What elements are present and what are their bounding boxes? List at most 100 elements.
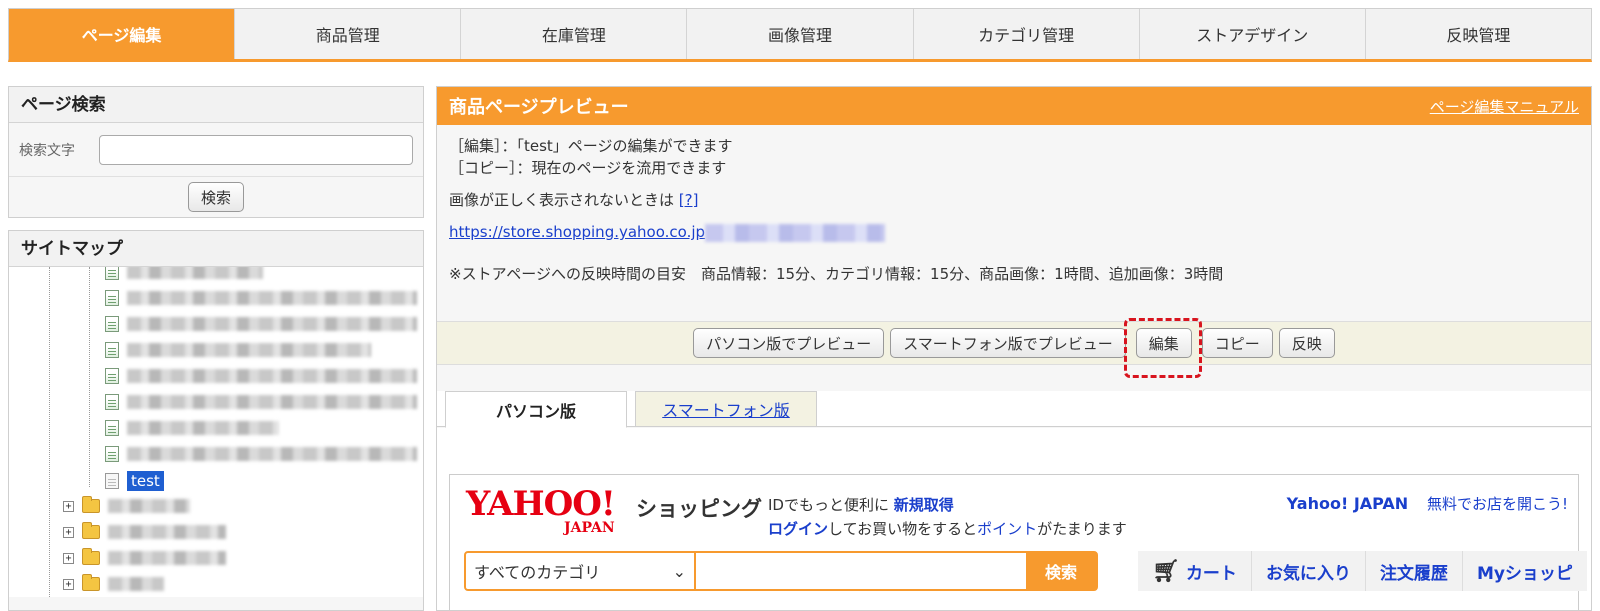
reflect-note: ※ストアページへの反映時間の目安 商品情報：15分、カテゴリ情報：15分、商品画… <box>449 265 1224 283</box>
tree-item[interactable] <box>105 417 279 439</box>
tab-reflect-management[interactable]: 反映管理 <box>1366 9 1591 59</box>
tree-folder[interactable]: + <box>63 495 190 517</box>
tab-store-design[interactable]: ストアデザイン <box>1140 9 1366 59</box>
tree-item[interactable] <box>105 443 417 465</box>
tree-folder[interactable]: + <box>63 521 226 543</box>
blurred-label <box>127 369 417 383</box>
chevron-down-icon: ⌄ <box>672 561 686 581</box>
expand-icon[interactable]: + <box>63 578 74 590</box>
help-link[interactable]: [?] <box>679 191 699 209</box>
folder-icon <box>82 574 100 591</box>
yahoo-japan-link[interactable]: Yahoo! JAPAN <box>1287 494 1409 513</box>
page-icon <box>105 420 119 436</box>
order-history-link[interactable]: 注文履歴 <box>1366 551 1463 591</box>
image-help-row: 画像が正しく表示されないときは [?] <box>449 189 1579 211</box>
register-link[interactable]: 新規取得 <box>894 496 954 514</box>
edit-button-highlight <box>1124 318 1202 378</box>
page-icon <box>105 473 119 489</box>
expand-icon[interactable]: + <box>63 526 74 538</box>
yahoo-user-links: 🛒︎ カート お気に入り 注文履歴 Myショッピ <box>1138 551 1587 591</box>
tree-item[interactable] <box>105 267 263 283</box>
yahoo-search-button[interactable]: 検索 <box>1026 553 1096 589</box>
open-store-link[interactable]: 無料でお店を開こう! <box>1427 495 1568 513</box>
blurred-label <box>127 447 417 461</box>
preview-info: ［編集］：「test」ページの編集ができます ［コピー］：現在のページを流用でき… <box>437 125 1591 285</box>
tree-item[interactable] <box>105 313 417 335</box>
id-text: IDでもっと便利に <box>768 496 889 514</box>
yahoo-search-bar: すべてのカテゴリ ⌄ 検索 <box>464 551 1098 591</box>
blurred-label <box>127 395 417 409</box>
login-link[interactable]: ログイン <box>768 520 828 538</box>
yahoo-header-preview: YAHOO! JAPAN ショッピング IDでもっと便利に 新規取得 ログインし… <box>449 474 1587 610</box>
reflect-button[interactable]: 反映 <box>1278 328 1335 358</box>
blurred-label <box>108 525 226 539</box>
login-rest-text: してお買い物をすると <box>828 520 978 538</box>
copy-description: ［コピー］：現在のページを流用できます <box>449 159 727 177</box>
tree-item[interactable] <box>105 287 417 309</box>
point-link[interactable]: ポイント <box>977 520 1037 538</box>
image-help-text: 画像が正しく表示されないときは <box>449 191 675 209</box>
tab-page-edit[interactable]: ページ編集 <box>9 9 236 59</box>
yahoo-logo-text: YAHOO! <box>466 484 616 524</box>
blurred-label <box>127 317 417 331</box>
tab-smartphone-version[interactable]: スマートフォン版 <box>635 391 817 427</box>
page-search-panel: ページ検索 検索文字 検索 <box>8 86 424 218</box>
url-row: https://store.shopping.yahoo.co.jp <box>449 221 1579 243</box>
blurred-url <box>705 223 886 242</box>
tab-pc-version[interactable]: パソコン版 <box>445 391 627 428</box>
page-icon <box>105 290 119 306</box>
tree-item-label[interactable]: test <box>127 471 164 491</box>
favorites-link[interactable]: お気に入り <box>1252 551 1366 591</box>
blurred-label <box>127 421 279 435</box>
blurred-label <box>108 551 226 565</box>
preview-panel: 商品ページプレビュー ページ編集マニュアル ［編集］：「test」ページの編集が… <box>436 86 1592 611</box>
cart-icon: 🛒︎ <box>1152 558 1180 584</box>
yahoo-logo-sub: JAPAN <box>564 520 615 536</box>
tree-item[interactable] <box>105 391 417 413</box>
search-button[interactable]: 検索 <box>187 182 244 212</box>
pc-preview-button[interactable]: パソコン版でプレビュー <box>693 328 885 358</box>
blurred-label <box>108 577 164 591</box>
store-url-link[interactable]: https://store.shopping.yahoo.co.jp <box>449 223 705 241</box>
page-icon <box>105 446 119 462</box>
page-icon <box>105 316 119 332</box>
folder-icon <box>82 496 100 513</box>
yahoo-search-input[interactable] <box>696 553 1026 589</box>
tree-item-test[interactable]: test <box>105 470 164 492</box>
tree-folder[interactable]: + <box>63 573 164 595</box>
tree-item[interactable] <box>105 339 371 361</box>
tab-inventory-management[interactable]: 在庫管理 <box>461 9 688 59</box>
category-select-value: すべてのカテゴリ <box>474 563 601 582</box>
tree-line <box>49 267 50 597</box>
search-label: 検索文字 <box>19 142 75 159</box>
blurred-label <box>127 267 263 279</box>
tab-product-management[interactable]: 商品管理 <box>235 9 462 59</box>
action-bar: パソコン版でプレビュー スマートフォン版でプレビュー 編集 コピー 反映 <box>437 321 1591 365</box>
folder-icon <box>82 522 100 539</box>
expand-icon[interactable]: + <box>63 552 74 564</box>
login-message: IDでもっと便利に 新規取得 ログインしてお買い物をするとポイントがたまります <box>768 493 1127 541</box>
page-icon <box>105 368 119 384</box>
tree-line <box>89 267 90 487</box>
my-shopping-link[interactable]: Myショッピ <box>1463 551 1587 591</box>
view-tabs: パソコン版 スマートフォン版 <box>437 391 1591 428</box>
tree-item[interactable] <box>105 365 417 387</box>
page-icon <box>105 267 119 280</box>
manual-link[interactable]: ページ編集マニュアル <box>1430 96 1579 117</box>
page-icon <box>105 394 119 410</box>
cart-link[interactable]: 🛒︎ カート <box>1138 551 1252 591</box>
preview-header: 商品ページプレビュー ページ編集マニュアル <box>437 87 1591 125</box>
tree-folder[interactable]: + <box>63 547 226 569</box>
blurred-label <box>108 499 190 513</box>
page-search-title: ページ検索 <box>9 87 423 123</box>
expand-icon[interactable]: + <box>63 500 74 512</box>
category-select[interactable]: すべてのカテゴリ ⌄ <box>466 553 696 589</box>
yahoo-logo[interactable]: YAHOO! JAPAN <box>466 484 616 536</box>
search-input[interactable] <box>99 134 413 165</box>
tab-category-management[interactable]: カテゴリ管理 <box>914 9 1140 59</box>
sp-preview-button[interactable]: スマートフォン版でプレビュー <box>890 328 1126 358</box>
search-button-row: 検索 <box>9 177 423 217</box>
shopping-label: ショッピング <box>636 497 762 521</box>
tab-image-management[interactable]: 画像管理 <box>687 9 914 59</box>
copy-button[interactable]: コピー <box>1201 328 1273 358</box>
